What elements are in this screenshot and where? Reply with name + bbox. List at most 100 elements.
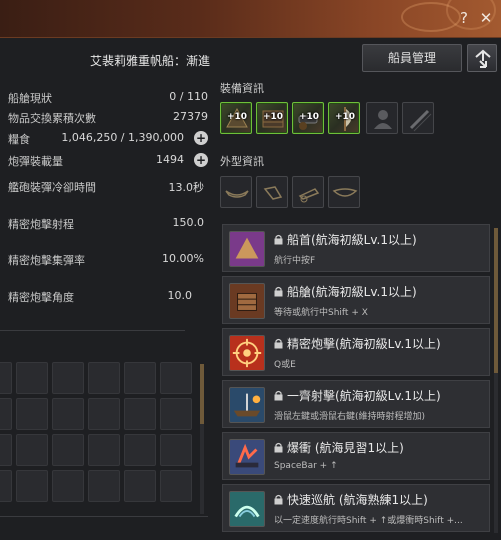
cargo-slot[interactable] (160, 362, 192, 394)
stat-value: 0 / 110 (169, 90, 208, 103)
cargo-hold-skill-icon (229, 283, 265, 319)
stat-row-cargo: 船艙現狀 0 / 110 (8, 88, 208, 106)
cargo-slot[interactable] (160, 470, 192, 502)
stat-row-precision-accuracy: 精密炮擊集彈率 10.00% (8, 250, 208, 268)
lock-icon (274, 494, 283, 505)
add-ammo-button[interactable]: + (194, 153, 208, 167)
window-titlebar: ? ✕ (0, 0, 501, 38)
equip-slot-spyglass[interactable] (402, 102, 434, 134)
grid-divider (0, 516, 208, 517)
equip-slot-plating[interactable]: +10 (256, 102, 288, 134)
cargo-slot[interactable] (0, 362, 12, 394)
enhance-badge: +10 (334, 112, 356, 122)
cargo-slot[interactable] (16, 362, 48, 394)
stat-label: 糧食 (8, 133, 30, 146)
cargo-slot[interactable] (0, 434, 12, 466)
cargo-slot[interactable] (52, 470, 84, 502)
ship-info-panel: 艾裴莉雅重帆船：漸進 船員管理 船艙現狀 0 / 110 物品交換累積次數 27… (0, 38, 501, 540)
equip-slot-bow[interactable]: +10 (220, 102, 252, 134)
swap-view-button[interactable] (467, 44, 497, 72)
sail-outline-icon (332, 188, 358, 197)
skill-name: 船艙(航海初級Lv.1以上) (287, 285, 417, 299)
cargo-slot[interactable] (124, 434, 156, 466)
equip-slot-sailor[interactable] (366, 102, 398, 134)
stat-row-precision-angle: 精密炮擊角度 10.0 (8, 287, 208, 305)
stat-label: 精密炮擊角度 (8, 291, 74, 304)
enhance-badge: +10 (298, 112, 320, 122)
crew-management-button[interactable]: 船員管理 (362, 44, 462, 72)
skill-name: 一齊射擊(航海初級Lv.1以上) (287, 389, 441, 403)
skill-desc: 滑鼠左鍵或滑鼠右鍵(維持時射程增加) (274, 412, 426, 422)
skill-desc: SpaceBar + ↑ (274, 461, 338, 471)
equip-slot-cannon[interactable]: +10 (292, 102, 324, 134)
crosshair-skill-icon (229, 335, 265, 371)
cargo-slot[interactable] (52, 362, 84, 394)
appearance-slot-bow[interactable] (220, 176, 252, 208)
bow-ram-skill-icon (229, 231, 265, 267)
skill-desc: Q或E (274, 360, 296, 370)
appearance-slot-sail[interactable] (328, 176, 360, 208)
cargo-slot[interactable] (88, 434, 120, 466)
cargo-scroll-thumb[interactable] (200, 364, 204, 424)
bow-outline-icon (225, 190, 249, 198)
cargo-slot[interactable] (52, 398, 84, 430)
stat-row-precision-range: 精密炮擊射程 150.0 (8, 214, 208, 232)
add-food-button[interactable]: + (194, 131, 208, 145)
cargo-slot[interactable] (16, 398, 48, 430)
appearance-section-title: 外型資訊 (220, 155, 264, 168)
skill-item[interactable]: 船首(航海初級Lv.1以上) 航行中按F (222, 224, 490, 272)
cargo-slot[interactable] (88, 470, 120, 502)
equip-slot-sail[interactable]: +10 (328, 102, 360, 134)
enhance-badge: +10 (262, 112, 284, 122)
skill-name: 精密炮擊(航海初級Lv.1以上) (287, 337, 441, 351)
swap-arrows-icon (475, 49, 491, 68)
appearance-slot-cannon[interactable] (292, 176, 324, 208)
stat-row-food: 糧食 1,046,250 / 1,390,000 + (8, 129, 208, 147)
stat-row-exchange-count: 物品交換累積次數 27379 (8, 108, 208, 126)
stat-row-cannon-cooldown: 艦砲裝彈冷卻時間 13.0秒 (8, 177, 208, 195)
help-button[interactable]: ? (455, 9, 473, 27)
cargo-slot[interactable] (16, 470, 48, 502)
cargo-slot[interactable] (16, 434, 48, 466)
skill-item[interactable]: 精密炮擊(航海初級Lv.1以上) Q或E (222, 328, 490, 376)
sailor-silhouette-icon (374, 110, 392, 129)
cargo-slot[interactable] (160, 398, 192, 430)
cannon-outline-icon (298, 188, 320, 203)
stat-label: 精密炮擊射程 (8, 218, 74, 231)
cargo-slot[interactable] (0, 398, 12, 430)
cargo-slot[interactable] (52, 434, 84, 466)
cargo-slot[interactable] (0, 470, 12, 502)
stat-label: 船艙現狀 (8, 92, 52, 105)
stat-row-ammo: 炮彈裝載量 1494 + (8, 151, 208, 169)
cargo-slot[interactable] (88, 362, 120, 394)
lock-icon (274, 286, 283, 297)
stat-value: 150.0 (172, 216, 205, 229)
stat-label: 精密炮擊集彈率 (8, 254, 85, 267)
enhance-badge: +10 (226, 112, 248, 122)
cargo-scrollbar[interactable] (200, 364, 204, 514)
appearance-slot-plating[interactable] (256, 176, 288, 208)
close-button[interactable]: ✕ (477, 9, 495, 27)
cargo-grid (0, 360, 200, 540)
skill-name: 快速巡航 (航海熟練1以上) (287, 493, 428, 507)
cargo-slot[interactable] (124, 470, 156, 502)
stat-label: 艦砲裝彈冷卻時間 (8, 181, 96, 194)
cargo-slot[interactable] (88, 398, 120, 430)
skill-item[interactable]: 快速巡航 (航海熟練1以上) 以一定速度航行時Shift + ↑或爆衝時Shif… (222, 484, 490, 532)
stat-value: 10.0 (167, 289, 193, 302)
stat-value: 27379 (173, 110, 208, 123)
ship-name: 艾裴莉雅重帆船：漸進 (89, 54, 210, 68)
skills-scroll-thumb[interactable] (494, 228, 498, 373)
cargo-slot[interactable] (160, 434, 192, 466)
skills-scrollbar[interactable] (494, 228, 498, 533)
cargo-slot[interactable] (124, 362, 156, 394)
stat-value: 13.0秒 (168, 181, 205, 194)
skill-name: 爆衝 (航海見習1以上) (287, 441, 404, 455)
skill-item[interactable]: 爆衝 (航海見習1以上) SpaceBar + ↑ (222, 432, 490, 480)
cargo-slot[interactable] (124, 398, 156, 430)
lock-icon (274, 338, 283, 349)
boost-skill-icon (229, 439, 265, 475)
skill-item[interactable]: 船艙(航海初級Lv.1以上) 等待或航行中Shift + X (222, 276, 490, 324)
skill-item[interactable]: 一齊射擊(航海初級Lv.1以上) 滑鼠左鍵或滑鼠右鍵(維持時射程增加) (222, 380, 490, 428)
cruise-skill-icon (229, 491, 265, 527)
